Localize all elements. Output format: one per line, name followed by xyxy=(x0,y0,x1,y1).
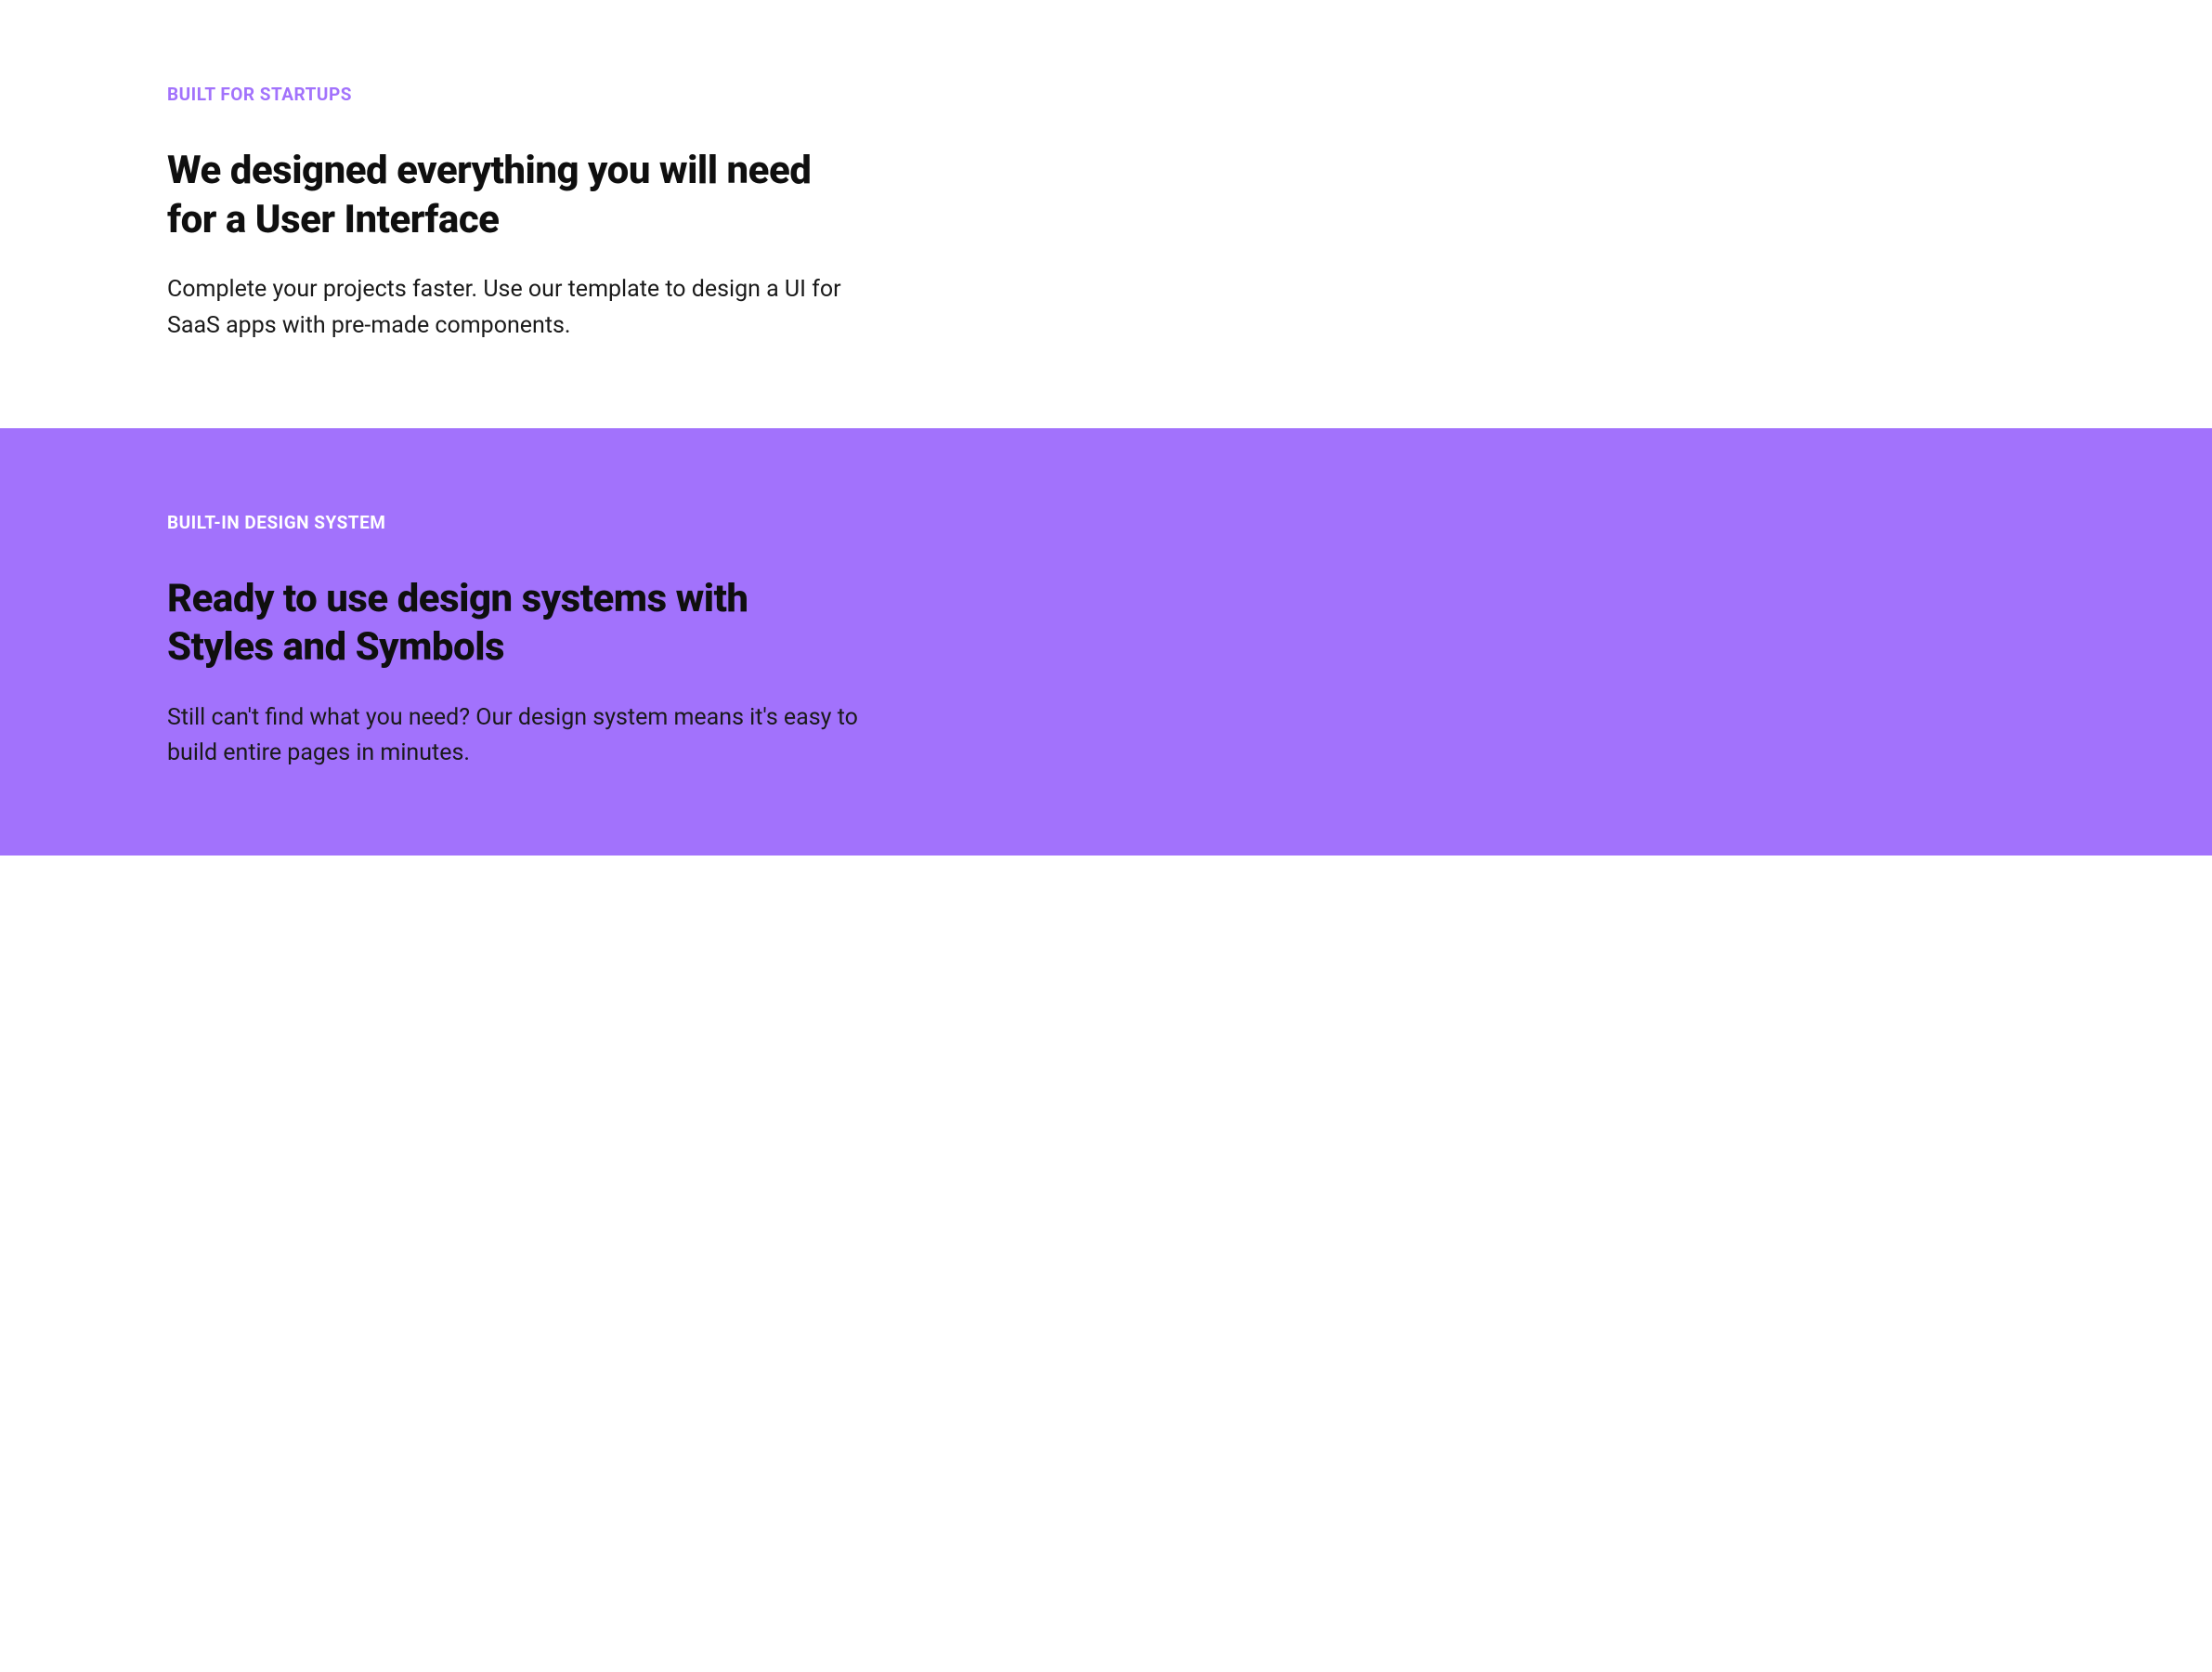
section-body: Still can't find what you need? Our desi… xyxy=(167,700,891,773)
section-heading: Ready to use design systems with Styles … xyxy=(167,575,817,673)
eyebrow-label: BUILT-IN DESIGN SYSTEM xyxy=(167,512,2045,533)
section-startups: BUILT FOR STARTUPS We designed everythin… xyxy=(0,0,2212,428)
section-design-system: BUILT-IN DESIGN SYSTEM Ready to use desi… xyxy=(0,428,2212,856)
section-heading: We designed everything you will need for… xyxy=(167,147,817,244)
eyebrow-label: BUILT FOR STARTUPS xyxy=(167,84,2045,105)
section-body: Complete your projects faster. Use our t… xyxy=(167,272,891,345)
